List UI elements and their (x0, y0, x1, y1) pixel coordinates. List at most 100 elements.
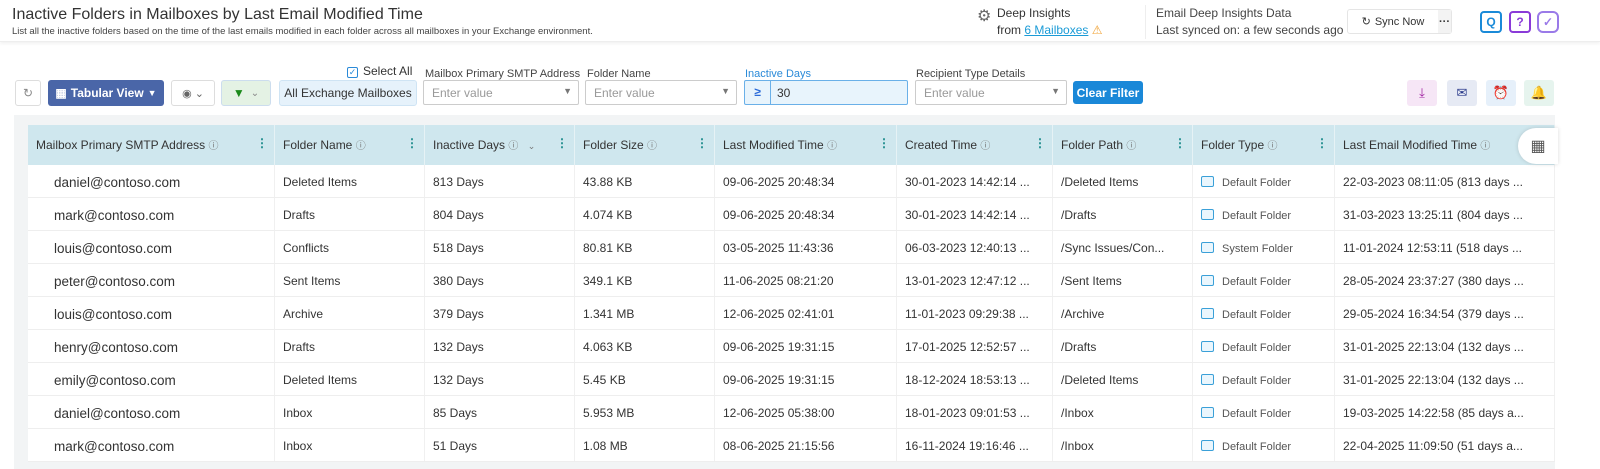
column-settings-button[interactable]: ▦ (1518, 128, 1558, 164)
status-check-button[interactable]: ✓ (1537, 11, 1559, 33)
column-menu-icon[interactable]: ⋮ (406, 136, 418, 150)
folder-icon (1201, 407, 1214, 418)
table-cell: mark@contoso.com (28, 429, 275, 461)
table-row[interactable]: henry@contoso.com Drafts 132 Days 4.063 KB 0… (28, 330, 1555, 363)
column-title: Folder Type (1201, 138, 1265, 152)
table-cell: 22-04-2025 11:09:50 (51 days a... (1335, 429, 1555, 461)
notification-bell-button[interactable]: 🔔 (1524, 80, 1554, 106)
column-menu-icon[interactable]: ⋮ (1034, 136, 1046, 150)
table-cell: /Drafts (1053, 198, 1193, 230)
download-button[interactable]: ⤓ (1407, 80, 1437, 106)
recipient-type-filter-input[interactable]: Enter value ▼ (915, 80, 1067, 105)
column-header[interactable]: Folder Size ⓘ ⋮ (575, 125, 715, 165)
table-row[interactable]: peter@contoso.com Sent Items 380 Days 349.1… (28, 264, 1555, 297)
column-header[interactable]: Inactive Days ⓘ ⌄ ⋮ (425, 125, 575, 165)
column-header[interactable]: Mailbox Primary SMTP Address ⓘ ⋮ (28, 125, 275, 165)
folder-icon (1201, 275, 1214, 286)
table-cell: /Sent Items (1053, 264, 1193, 296)
table-row[interactable]: emily@contoso.com Deleted Items 132 Days 5.… (28, 363, 1555, 396)
table-cell: emily@contoso.com (28, 363, 275, 395)
table-cell: daniel@contoso.com (28, 165, 275, 197)
table-cell: 43.88 KB (575, 165, 715, 197)
folder-icon (1201, 209, 1214, 220)
operator-button[interactable]: ≥ (745, 81, 771, 104)
table-cell: 1.341 MB (575, 297, 715, 329)
tabular-view-dropdown[interactable]: ▦ Tabular View ▼ (48, 80, 164, 106)
table-cell: /Drafts (1053, 330, 1193, 362)
column-header[interactable]: Folder Path ⓘ ⋮ (1053, 125, 1193, 165)
alarm-button[interactable]: ⏰ (1486, 80, 1516, 106)
table-cell: 18-01-2023 09:01:53 ... (897, 396, 1053, 428)
mailbox-filter-input[interactable]: Enter value ▼ (423, 80, 579, 105)
info-icon: ⓘ (827, 141, 838, 152)
folder-name-filter-input[interactable]: Enter value ▼ (585, 80, 737, 105)
column-header[interactable]: Folder Name ⓘ ⋮ (275, 125, 425, 165)
table-cell: peter@contoso.com (28, 264, 275, 296)
column-menu-icon[interactable]: ⋮ (1316, 136, 1328, 150)
search-button[interactable]: Q (1480, 11, 1502, 33)
mailboxes-link[interactable]: 6 Mailboxes (1024, 23, 1088, 37)
column-header[interactable]: Last Modified Time ⓘ ⋮ (715, 125, 897, 165)
folder-type: System Folder (1222, 243, 1293, 255)
table-cell: /Inbox (1053, 396, 1193, 428)
table-cell: 132 Days (425, 330, 575, 362)
chat-schedule-button[interactable]: ✉ (1447, 80, 1477, 106)
folder-icon (1201, 308, 1214, 319)
table-cell: /Deleted Items (1053, 165, 1193, 197)
column-header[interactable]: Created Time ⓘ ⋮ (897, 125, 1053, 165)
folder-type: Default Folder (1222, 408, 1292, 420)
visibility-dropdown[interactable]: ◉ ⌄ (171, 80, 215, 106)
table-cell: 518 Days (425, 231, 575, 263)
inactive-days-filter[interactable]: ≥30 (744, 80, 908, 105)
table-cell: 379 Days (425, 297, 575, 329)
table-cell: Drafts (275, 198, 425, 230)
folder-type: Default Folder (1222, 441, 1292, 453)
table-cell: 1.08 MB (575, 429, 715, 461)
table-row[interactable]: louis@contoso.com Archive 379 Days 1.341 MB… (28, 297, 1555, 330)
lightbulb-gear-icon: ⚙ (977, 8, 992, 25)
help-button[interactable]: ? (1509, 11, 1531, 33)
column-menu-icon[interactable]: ⋮ (256, 136, 268, 150)
column-title: Folder Path (1061, 138, 1124, 152)
table-row[interactable]: mark@contoso.com Inbox 51 Days 1.08 MB 08-06… (28, 429, 1555, 462)
table-cell: Drafts (275, 330, 425, 362)
select-all-checkbox[interactable]: ✓ Select All (347, 64, 412, 78)
table-cell: 29-05-2024 16:34:54 (379 days ... (1335, 297, 1555, 329)
column-menu-icon[interactable]: ⋮ (1174, 136, 1186, 150)
select-all-label: Select All (363, 64, 413, 78)
info-icon: ⓘ (508, 141, 519, 152)
table-cell: 31-03-2023 13:25:11 (804 days ... (1335, 198, 1555, 230)
folder-type: Default Folder (1222, 342, 1292, 354)
column-menu-icon[interactable]: ⋮ (878, 136, 890, 150)
more-button[interactable]: ··· (1438, 10, 1451, 33)
table-row[interactable]: daniel@contoso.com Deleted Items 813 Days 4… (28, 165, 1555, 198)
column-title: Mailbox Primary SMTP Address (36, 138, 206, 152)
filter-dropdown[interactable]: ▼ ⌄ (221, 80, 271, 106)
scope-button[interactable]: All Exchange Mailboxes (279, 80, 417, 106)
column-header[interactable]: Folder Type ⓘ ⋮ (1193, 125, 1335, 165)
sync-group: ↻ Sync Now ··· (1347, 9, 1452, 34)
info-icon: ⓘ (208, 141, 219, 152)
table-cell: 30-01-2023 14:42:14 ... (897, 198, 1053, 230)
dropdown-arrow-icon: ▼ (721, 86, 730, 96)
table-cell: 813 Days (425, 165, 575, 197)
table-cell: 16-11-2024 19:16:46 ... (897, 429, 1053, 461)
table-cell: 31-01-2025 22:13:04 (132 days ... (1335, 363, 1555, 395)
column-menu-icon[interactable]: ⋮ (556, 136, 568, 150)
sync-label: Sync Now (1374, 15, 1425, 28)
sync-now-button[interactable]: ↻ Sync Now (1348, 10, 1438, 33)
sync-icon: ↻ (1361, 16, 1371, 28)
page-header: Inactive Folders in Mailboxes by Last Em… (0, 0, 1600, 42)
table-row[interactable]: daniel@contoso.com Inbox 85 Days 5.953 MB 12… (28, 396, 1555, 429)
clear-filter-button[interactable]: Clear Filter (1073, 81, 1143, 104)
table-cell: Default Folder (1193, 198, 1335, 230)
refresh-button[interactable]: ↻ (15, 80, 41, 106)
column-title: Folder Name (283, 138, 353, 152)
inactive-days-value[interactable]: 30 (771, 81, 796, 104)
table-cell: 08-06-2025 21:15:56 (715, 429, 897, 461)
deep-insights-label: Deep Insights (997, 6, 1071, 20)
sort-icon[interactable]: ⌄ (528, 141, 536, 151)
table-row[interactable]: louis@contoso.com Conflicts 518 Days 80.81 … (28, 231, 1555, 264)
table-row[interactable]: mark@contoso.com Drafts 804 Days 4.074 KB 09… (28, 198, 1555, 231)
column-menu-icon[interactable]: ⋮ (696, 136, 708, 150)
